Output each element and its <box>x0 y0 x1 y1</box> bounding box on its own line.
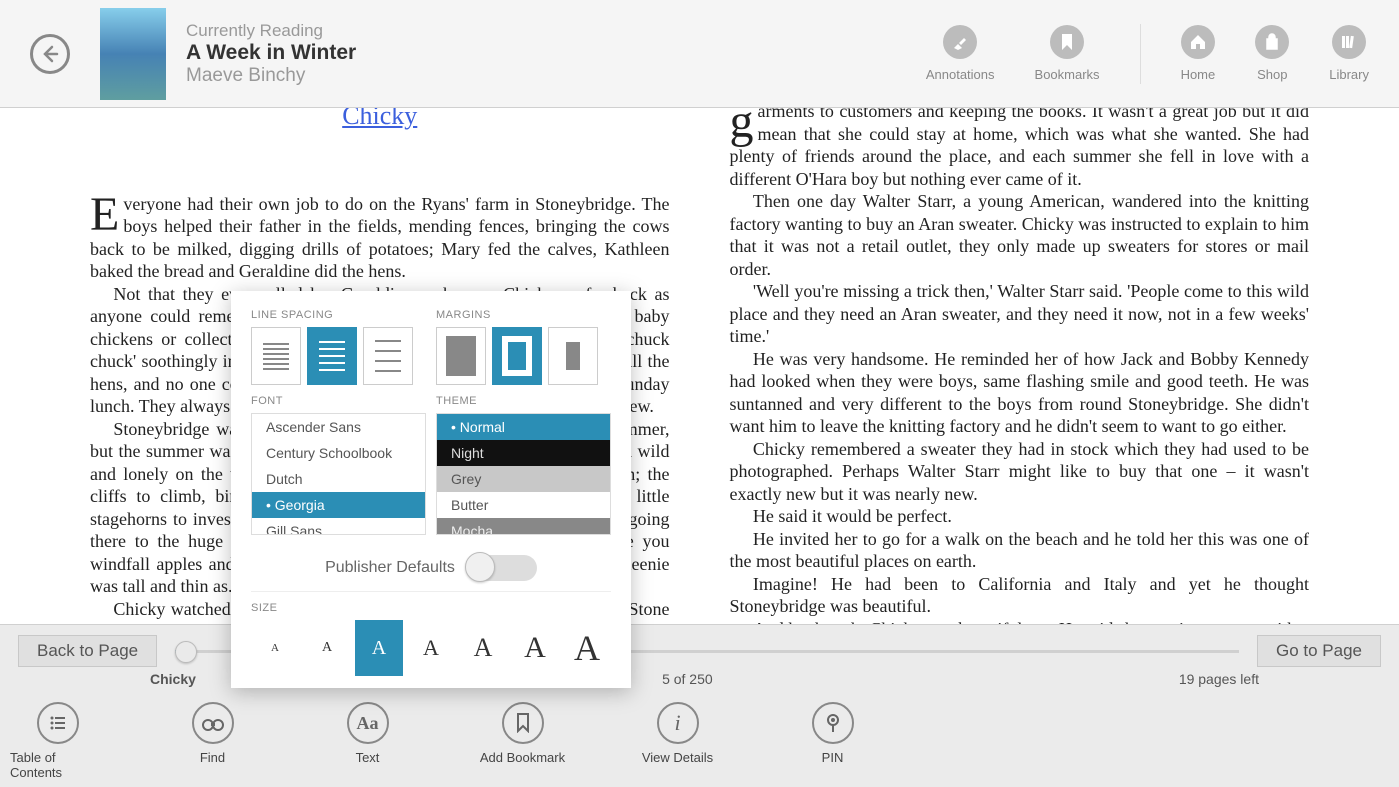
theme-option[interactable]: Butter <box>437 492 610 518</box>
book-title: A Week in Winter <box>186 41 356 65</box>
top-bar: Currently Reading A Week in Winter Maeve… <box>0 0 1399 108</box>
back-to-page-button[interactable]: Back to Page <box>18 635 157 667</box>
add-bookmark-button[interactable]: Add Bookmark <box>475 702 570 780</box>
paragraph: He said it would be perfect. <box>730 505 1310 528</box>
publisher-defaults-label: Publisher Defaults <box>325 559 455 577</box>
paragraph: He was very handsome. He reminded her of… <box>730 348 1310 438</box>
pin-button[interactable]: PIN <box>785 702 880 780</box>
book-cover[interactable] <box>100 8 166 100</box>
app-bar: Table of Contents Find Aa Text Add Bookm… <box>0 687 1399 780</box>
text-settings-popup: LINE SPACING MARGINS FONT Ascender SansC… <box>231 291 631 688</box>
home-button[interactable]: Home <box>1181 25 1216 82</box>
margins-options <box>436 327 611 385</box>
find-button[interactable]: Find <box>165 702 260 780</box>
font-label: FONT <box>251 395 426 407</box>
margins-medium[interactable] <box>492 327 542 385</box>
arrow-left-icon <box>40 44 60 64</box>
paragraph: garments to customers and keeping the bo… <box>730 100 1310 190</box>
size-option[interactable]: A <box>563 620 611 676</box>
size-option[interactable]: A <box>303 620 351 676</box>
font-list[interactable]: Ascender SansCentury SchoolbookDutchGeor… <box>251 413 426 535</box>
reading-status: Currently Reading <box>186 21 356 41</box>
text-icon: Aa <box>347 702 389 744</box>
go-to-page-button[interactable]: Go to Page <box>1257 635 1381 667</box>
paragraph: 'Well you're missing a trick then,' Walt… <box>730 280 1310 348</box>
right-column: garments to customers and keeping the bo… <box>715 70 1399 624</box>
theme-option[interactable]: Normal <box>437 414 610 440</box>
font-option[interactable]: Gill Sans <box>252 518 425 535</box>
books-icon <box>1332 25 1366 59</box>
library-button[interactable]: Library <box>1329 25 1369 82</box>
font-option[interactable]: Ascender Sans <box>252 414 425 440</box>
theme-option[interactable]: Grey <box>437 466 610 492</box>
publisher-defaults-toggle[interactable] <box>467 555 537 581</box>
book-author: Maeve Binchy <box>186 65 356 87</box>
size-option[interactable]: A <box>355 620 403 676</box>
pager: Back to Page Go to Page <box>0 625 1399 667</box>
font-option[interactable]: Dutch <box>252 466 425 492</box>
paragraph: Chicky remembered a sweater they had in … <box>730 438 1310 506</box>
size-option[interactable]: A <box>511 620 559 676</box>
paragraph: Everyone had their own job to do on the … <box>90 193 670 283</box>
annotations-button[interactable]: Annotations <box>926 25 995 82</box>
divider <box>1140 24 1141 84</box>
slider-thumb[interactable] <box>175 641 197 663</box>
font-option[interactable]: Century Schoolbook <box>252 440 425 466</box>
bookmark-icon <box>1050 25 1084 59</box>
line-spacing-label: LINE SPACING <box>251 309 426 321</box>
bag-icon <box>1255 25 1289 59</box>
shop-button[interactable]: Shop <box>1255 25 1289 82</box>
margins-narrow[interactable] <box>436 327 486 385</box>
paragraph: He invited her to go for a walk on the b… <box>730 528 1310 573</box>
text-settings-button[interactable]: Aa Text <box>320 702 415 780</box>
margins-wide[interactable] <box>548 327 598 385</box>
theme-option[interactable]: Mocha <box>437 518 610 535</box>
home-icon <box>1181 25 1215 59</box>
info-icon: i <box>657 702 699 744</box>
font-option[interactable]: Georgia <box>252 492 425 518</box>
back-button[interactable] <box>30 34 70 74</box>
size-label: SIZE <box>251 602 611 614</box>
theme-option[interactable]: Night <box>437 440 610 466</box>
top-actions: Annotations Bookmarks Home Shop Library <box>926 24 1369 84</box>
book-info: Currently Reading A Week in Winter Maeve… <box>186 21 356 87</box>
line-spacing-loose[interactable] <box>363 327 413 385</box>
paragraph: Imagine! He had been to California and I… <box>730 573 1310 618</box>
pager-remaining: 19 pages left <box>1179 671 1259 687</box>
bookmarks-button[interactable]: Bookmarks <box>1035 25 1100 82</box>
size-option[interactable]: A <box>459 620 507 676</box>
highlighter-icon <box>943 25 977 59</box>
list-icon <box>37 702 79 744</box>
binoculars-icon <box>192 702 234 744</box>
bottom-bar: Back to Page Go to Page Chicky 5 of 250 … <box>0 624 1399 787</box>
toc-button[interactable]: Table of Contents <box>10 702 105 780</box>
theme-label: THEME <box>436 395 611 407</box>
size-option[interactable]: A <box>251 620 299 676</box>
theme-list[interactable]: NormalNightGreyButterMocha <box>436 413 611 535</box>
pager-position: 5 of 250 <box>662 671 713 687</box>
line-spacing-options <box>251 327 426 385</box>
pin-icon <box>812 702 854 744</box>
view-details-button[interactable]: i View Details <box>630 702 725 780</box>
paragraph: Then one day Walter Starr, a young Ameri… <box>730 190 1310 280</box>
line-spacing-medium[interactable] <box>307 327 357 385</box>
margins-label: MARGINS <box>436 309 611 321</box>
pager-chapter: Chicky <box>150 671 196 687</box>
line-spacing-tight[interactable] <box>251 327 301 385</box>
size-option[interactable]: A <box>407 620 455 676</box>
bookmark-add-icon <box>502 702 544 744</box>
size-options: AAAAAAA <box>251 620 611 676</box>
